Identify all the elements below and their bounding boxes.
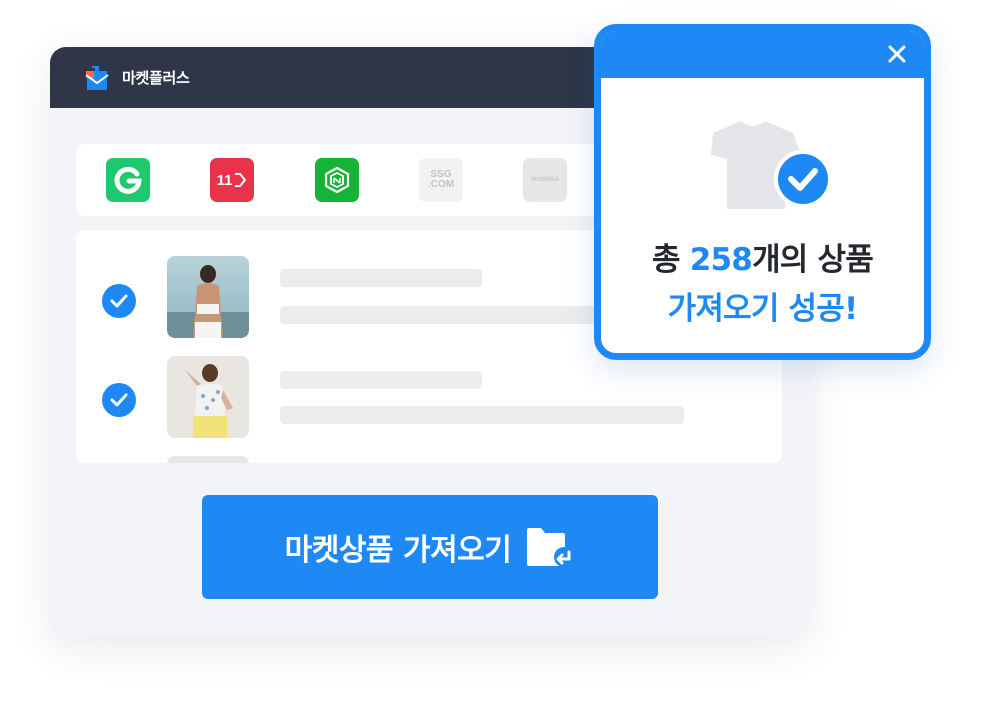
product-thumbnail: [167, 256, 249, 338]
product-checkbox-checked[interactable]: [102, 383, 136, 417]
import-market-products-button[interactable]: 마켓상품 가져오기: [202, 495, 658, 599]
ssg-logo-line2: .COM: [427, 179, 455, 190]
product-checkbox-checked[interactable]: [102, 284, 136, 318]
product-title-placeholder: [280, 371, 482, 389]
check-icon: [110, 393, 128, 407]
check-icon: [110, 294, 128, 308]
success-message-line2: 가져오기 성공!: [667, 291, 858, 327]
import-button-label: 마켓상품 가져오기: [284, 533, 512, 568]
marketplus-logo-icon: [82, 63, 112, 93]
imported-count: 258: [689, 242, 753, 278]
product-detail-placeholder: [280, 406, 684, 424]
product-thumbnail: [167, 356, 249, 438]
folder-import-icon: [525, 526, 575, 568]
success-message-line1: 총 258개의 상품: [601, 234, 924, 279]
success-prefix: 총: [652, 242, 690, 278]
success-suffix: 개의 상품: [752, 242, 874, 278]
musinsa-logo-label: MUSINSA: [531, 177, 559, 183]
close-icon[interactable]: [884, 41, 910, 67]
tshirt-with-check-icon: [707, 117, 833, 213]
import-success-popup: 총 258개의 상품 가져오기 성공!: [594, 24, 931, 360]
11st-logo-label: 11: [216, 171, 233, 189]
naver-smartstore-logo[interactable]: [315, 158, 359, 202]
app-title: 마켓플러스: [122, 69, 190, 87]
product-title-placeholder: [280, 269, 482, 287]
ssg-logo[interactable]: SSG .COM: [419, 158, 463, 202]
11st-logo[interactable]: 11: [210, 158, 254, 202]
product-thumbnail-placeholder: [167, 456, 249, 463]
g-market-logo[interactable]: [106, 158, 150, 202]
popup-header: [601, 31, 924, 78]
musinsa-logo[interactable]: MUSINSA: [523, 158, 567, 202]
